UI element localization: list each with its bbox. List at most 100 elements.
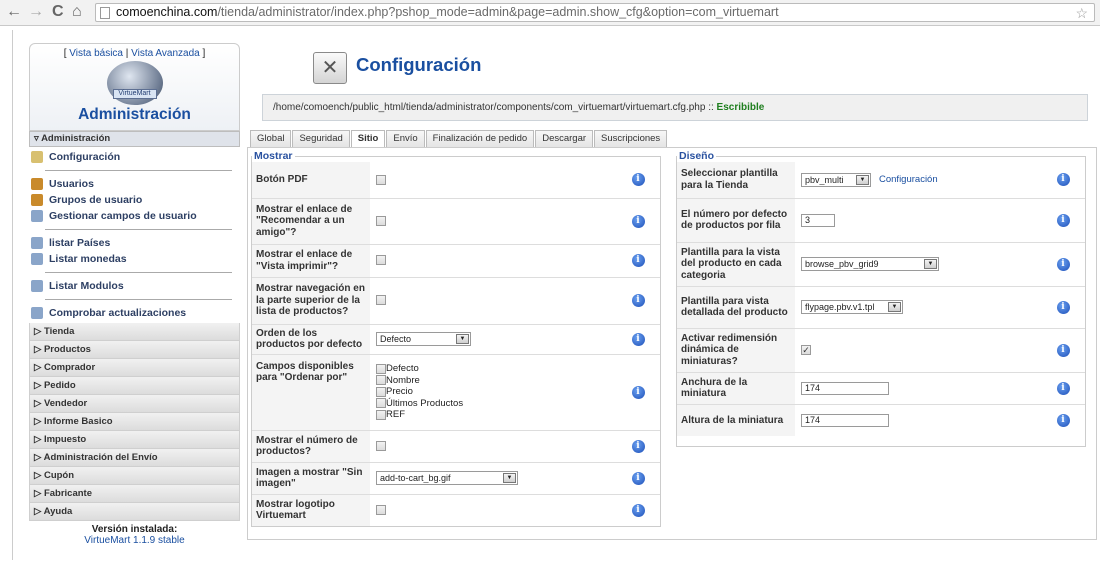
input-por-fila[interactable]: 3	[801, 213, 835, 227]
document-icon	[31, 280, 43, 292]
campo-checkbox[interactable]	[376, 363, 386, 374]
sidebar-item[interactable]: Configuración	[29, 149, 240, 165]
menu-separator	[45, 299, 232, 300]
sidebar-item[interactable]: Comprobar actualizaciones	[29, 305, 240, 321]
config-tabs: Global Seguridad Sitio Envío Finalización de…	[250, 130, 668, 149]
section-label: Vendedor	[43, 398, 88, 409]
select-value: browse_pbv_grid9	[805, 259, 879, 269]
input-altura[interactable]: 174	[801, 413, 889, 427]
checkbox-numero[interactable]	[376, 440, 386, 451]
sidebar-item[interactable]: listar Países	[29, 235, 240, 251]
info-icon[interactable]: i	[631, 214, 645, 228]
info-icon[interactable]: i	[631, 332, 645, 346]
bookmark-star-icon[interactable]: ☆	[1075, 5, 1088, 21]
users-icon	[31, 178, 43, 190]
info-icon[interactable]: i	[1056, 343, 1070, 357]
tab-6[interactable]: Suscripciones	[594, 130, 668, 148]
section-collapsed[interactable]: ▷ Ayuda	[29, 503, 240, 521]
address-bar[interactable]: comoenchina.com/tienda/administrator/ind…	[95, 3, 1095, 22]
info-icon[interactable]: i	[1056, 173, 1070, 187]
section-label: Tienda	[43, 326, 75, 337]
info-icon[interactable]: i	[1056, 413, 1070, 427]
campo-checkbox[interactable]	[376, 409, 386, 420]
info-icon[interactable]: i	[1056, 213, 1070, 227]
select-plantilla[interactable]: pbv_multi ▼	[801, 172, 871, 187]
info-icon[interactable]: i	[631, 254, 645, 267]
select-orden[interactable]: Defecto ▼	[376, 332, 471, 346]
chevron-down-icon: ▼	[888, 302, 901, 312]
view-advanced-link[interactable]: Vista Avanzada	[131, 48, 200, 59]
info-icon[interactable]: i	[1056, 257, 1070, 271]
checkbox-redim[interactable]: ✓	[801, 344, 811, 355]
forward-icon[interactable]: →	[28, 3, 44, 21]
tab-5[interactable]: Descargar	[535, 130, 594, 148]
sidebar-item[interactable]: Listar Modulos	[29, 278, 240, 294]
select-value: pbv_multi	[805, 174, 844, 185]
section-collapsed[interactable]: ▷ Informe Basico	[29, 413, 240, 431]
sidebar-item-label: Usuarios	[49, 178, 94, 190]
sidebar-item-label: Grupos de usuario	[49, 194, 143, 206]
row-orden: Orden de los productos por defecto Defec…	[252, 324, 660, 355]
info-icon[interactable]: i	[631, 503, 645, 517]
sidebar-item[interactable]: Usuarios	[29, 176, 240, 192]
back-icon[interactable]: ←	[6, 3, 22, 21]
section-administracion[interactable]: ▿ Administración	[29, 131, 240, 147]
chevron-down-icon: ▼	[456, 334, 469, 344]
campo-checkbox[interactable]	[376, 375, 386, 386]
sidebar-item[interactable]: Listar monedas	[29, 251, 240, 267]
info-icon[interactable]: i	[631, 294, 645, 307]
document-icon	[31, 253, 43, 265]
section-collapsed[interactable]: ▷ Administración del Envío	[29, 449, 240, 467]
view-bracket-close: ]	[199, 48, 206, 59]
section-collapsed[interactable]: ▷ Tienda	[29, 323, 240, 341]
campo-option: Últimos Productos	[376, 398, 610, 410]
campo-checkbox[interactable]	[376, 386, 386, 397]
reload-icon[interactable]: C	[52, 3, 64, 21]
section-collapsed[interactable]: ▷ Fabricante	[29, 485, 240, 503]
input-anchura[interactable]: 174	[801, 381, 889, 395]
section-collapsed[interactable]: ▷ Productos	[29, 341, 240, 359]
sidebar-item[interactable]: Grupos de usuario	[29, 192, 240, 208]
row-anchura: Anchura de la miniatura 174 i	[677, 372, 1085, 405]
select-vista-det[interactable]: flypage.pbv.v1.tpl ▼	[801, 300, 903, 314]
select-imagen[interactable]: add-to-cart_bg.gif ▼	[376, 471, 518, 485]
section-collapsed[interactable]: ▷ Pedido	[29, 377, 240, 395]
checkbox-navegacion[interactable]	[376, 295, 386, 306]
legend-diseno: Diseño	[679, 150, 715, 162]
section-collapsed[interactable]: ▷ Comprador	[29, 359, 240, 377]
section-collapsed[interactable]: ▷ Cupón	[29, 467, 240, 485]
info-icon[interactable]: i	[631, 439, 645, 453]
label-recomendar: Mostrar el enlace de "Recomendar a un am…	[252, 198, 370, 245]
plantilla-config-link[interactable]: Configuración	[879, 174, 938, 185]
chevron-down-icon: ▼	[503, 473, 516, 483]
campo-checkbox[interactable]	[376, 398, 386, 409]
tab-1[interactable]: Seguridad	[292, 130, 350, 148]
select-value: flypage.pbv.v1.tpl	[805, 302, 875, 312]
tab-panel-sitio: Mostrar Botón PDF i Mostrar el enlace de…	[247, 147, 1097, 540]
tab-4[interactable]: Finalización de pedido	[425, 130, 535, 148]
diseno-table: Seleccionar plantilla para la Tienda pbv…	[677, 162, 1085, 436]
section-collapsed[interactable]: ▷ Impuesto	[29, 431, 240, 449]
label-imagen: Imagen a mostrar "Sin imagen"	[252, 462, 370, 495]
logo-label: VirtueMart	[112, 89, 157, 99]
campo-option: REF	[376, 409, 610, 421]
view-basic-link[interactable]: Vista básica	[69, 48, 123, 59]
section-collapsed[interactable]: ▷ Vendedor	[29, 395, 240, 413]
info-icon[interactable]: i	[631, 471, 645, 485]
row-vista-det: Plantilla para vista detallada del produ…	[677, 286, 1085, 329]
checkbox-pdf[interactable]	[376, 174, 386, 185]
section-label: Cupón	[43, 470, 75, 481]
tab-3[interactable]: Envío	[386, 130, 425, 148]
info-icon[interactable]: i	[1056, 300, 1070, 314]
checkbox-recomendar[interactable]	[376, 215, 386, 226]
select-vista-cat[interactable]: browse_pbv_grid9 ▼	[801, 257, 939, 271]
sidebar-item[interactable]: Gestionar campos de usuario	[29, 208, 240, 224]
info-icon[interactable]: i	[631, 385, 645, 399]
home-icon[interactable]: ⌂	[72, 3, 82, 21]
checkbox-imprimir[interactable]	[376, 255, 386, 266]
tab-0[interactable]: Global	[250, 130, 292, 148]
campo-option: Defecto	[376, 363, 610, 375]
checkbox-logotipo[interactable]	[376, 505, 386, 516]
info-icon[interactable]: i	[631, 173, 645, 187]
info-icon[interactable]: i	[1056, 381, 1070, 395]
